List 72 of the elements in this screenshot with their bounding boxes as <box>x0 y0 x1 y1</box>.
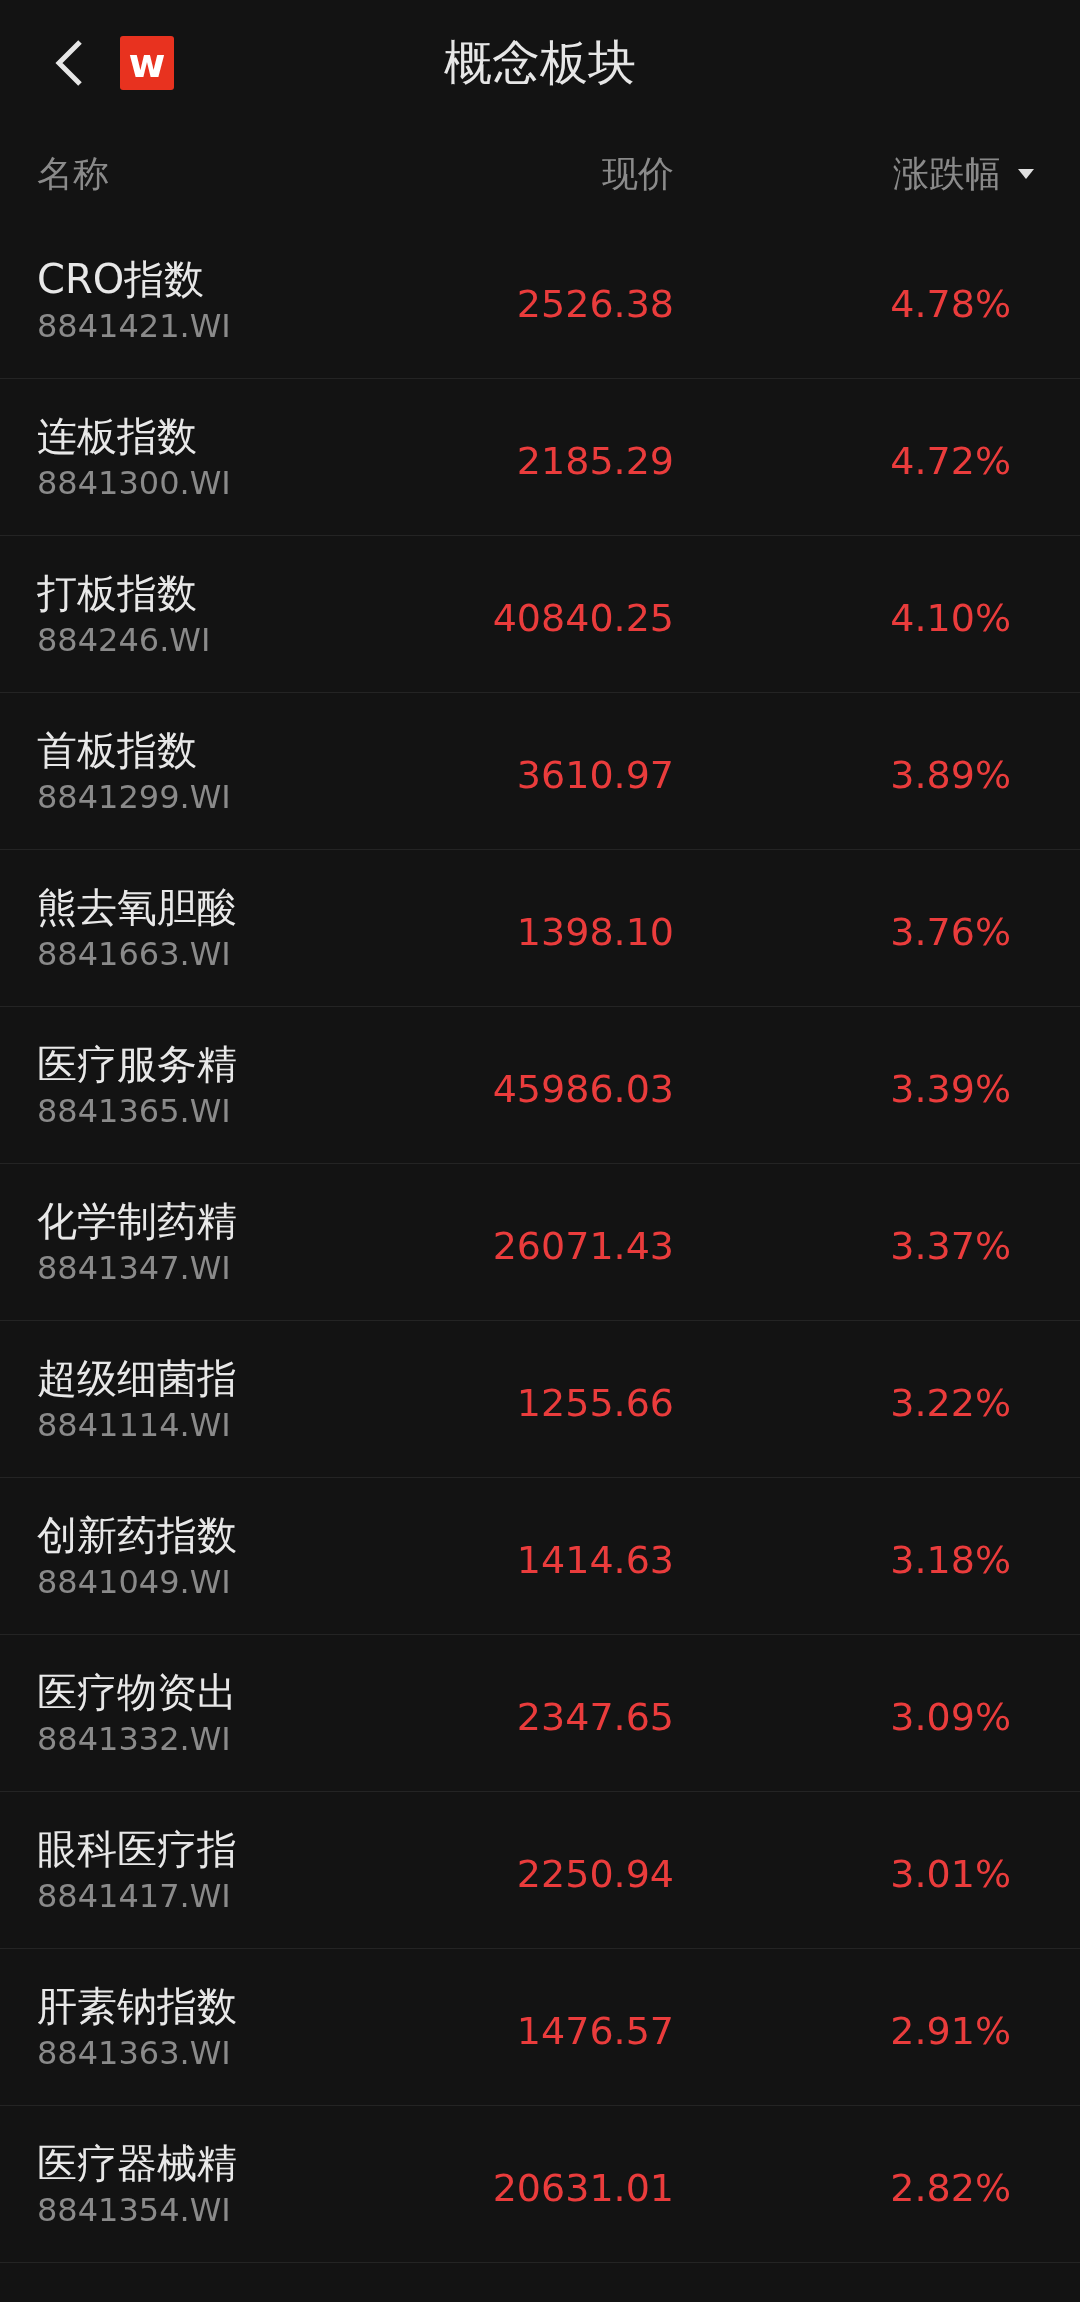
column-header[interactable]: 现价 <box>417 149 674 199</box>
price-value: 20631.01 <box>491 2166 674 2210</box>
change-value: 3.09% <box>889 1695 1012 1739</box>
index-name: 医疗服务精 <box>37 1040 238 1089</box>
price-value: 40840.25 <box>491 596 674 640</box>
change-value: 3.89% <box>889 753 1012 797</box>
index-code: 8841354.WI <box>37 2190 232 2231</box>
price-value: 2185.29 <box>515 439 674 483</box>
change-value: 2.91% <box>889 2009 1012 2053</box>
list-row[interactable]: 打板指数 884246.WI 40840.25 4.10% <box>0 536 1080 693</box>
change-value: 3.39% <box>889 1067 1012 1111</box>
list-row[interactable]: 肝素钠指数 8841363.WI 1476.57 2.91% <box>0 1949 1080 2106</box>
price-value: 3610.97 <box>515 753 674 797</box>
index-code: 8841365.WI <box>37 1091 232 1132</box>
back-icon[interactable] <box>54 39 84 87</box>
list-row[interactable]: 医疗服务精 8841365.WI 45986.03 3.39% <box>0 1007 1080 1164</box>
index-name: CRO指数 <box>37 255 206 304</box>
list-row[interactable]: CRO指数 8841421.WI 2526.38 4.78% <box>0 222 1080 379</box>
change-value: 4.72% <box>889 439 1012 483</box>
list-row[interactable]: 首板指数 8841299.WI 3610.97 3.89% <box>0 693 1080 850</box>
list-row[interactable]: 超级细菌指 8841114.WI 1255.66 3.22% <box>0 1321 1080 1478</box>
list-row[interactable]: 医疗物资出 8841332.WI 2347.65 3.09% <box>0 1635 1080 1792</box>
column-header[interactable]: 涨跌幅 <box>893 149 1001 199</box>
change-value: 3.22% <box>889 1381 1012 1425</box>
change-value: 4.78% <box>889 282 1012 326</box>
index-name: 医疗物资出 <box>37 1668 238 1717</box>
change-value: 3.01% <box>889 1852 1012 1896</box>
price-value: 26071.43 <box>491 1224 674 1268</box>
index-name: 首板指数 <box>37 726 198 775</box>
price-value: 45986.03 <box>491 1067 674 1111</box>
change-value: 3.18% <box>889 1538 1012 1582</box>
change-value: 3.37% <box>889 1224 1012 1268</box>
index-code: 8841347.WI <box>37 1248 232 1289</box>
list-row[interactable]: 医疗器械精 8841354.WI 20631.01 2.82% <box>0 2106 1080 2263</box>
price-value: 2526.38 <box>515 282 674 326</box>
app-logo: w <box>120 36 174 90</box>
index-name: 化学制药精 <box>37 1197 238 1246</box>
list-row[interactable]: 创新药指数 8841049.WI 1414.63 3.18% <box>0 1478 1080 1635</box>
list-row[interactable]: 连板指数 8841300.WI 2185.29 4.72% <box>0 379 1080 536</box>
list-row[interactable]: 熊去氧胆酸 8841663.WI 1398.10 3.76% <box>0 850 1080 1007</box>
index-name: 眼科医疗指 <box>37 1825 238 1874</box>
index-code: 8841663.WI <box>37 934 232 975</box>
page-title: 概念板块 <box>444 33 636 92</box>
change-value: 2.82% <box>889 2166 1012 2210</box>
index-code: 8841299.WI <box>37 777 232 818</box>
list-row[interactable]: 眼科医疗指 8841417.WI 2250.94 3.01% <box>0 1792 1080 1949</box>
index-name: 连板指数 <box>37 412 198 461</box>
price-value: 2347.65 <box>515 1695 674 1739</box>
sort-down-icon <box>1017 168 1035 180</box>
index-code: 884246.WI <box>37 620 212 661</box>
price-value: 1476.57 <box>515 2009 674 2053</box>
index-name: 熊去氧胆酸 <box>37 883 238 932</box>
price-value: 1414.63 <box>515 1538 674 1582</box>
price-value: 1398.10 <box>515 910 674 954</box>
list-row[interactable]: 化学制药精 8841347.WI 26071.43 3.37% <box>0 1164 1080 1321</box>
index-code: 8841114.WI <box>37 1405 232 1446</box>
index-name: 创新药指数 <box>37 1511 238 1560</box>
price-value: 1255.66 <box>515 1381 674 1425</box>
index-name: 医疗器械精 <box>37 2139 238 2188</box>
change-value: 3.76% <box>889 910 1012 954</box>
change-value: 4.10% <box>889 596 1012 640</box>
index-code: 8841417.WI <box>37 1876 232 1917</box>
index-code: 8841421.WI <box>37 306 232 347</box>
index-name: 肝素钠指数 <box>37 1982 238 2031</box>
index-code: 8841300.WI <box>37 463 232 504</box>
index-code: 8841049.WI <box>37 1562 232 1603</box>
price-value: 2250.94 <box>515 1852 674 1896</box>
index-code: 8841332.WI <box>37 1719 232 1760</box>
index-name: 超级细菌指 <box>37 1354 238 1403</box>
index-code: 8841363.WI <box>37 2033 232 2074</box>
column-header: 名称 <box>37 151 110 196</box>
index-name: 打板指数 <box>37 569 198 618</box>
